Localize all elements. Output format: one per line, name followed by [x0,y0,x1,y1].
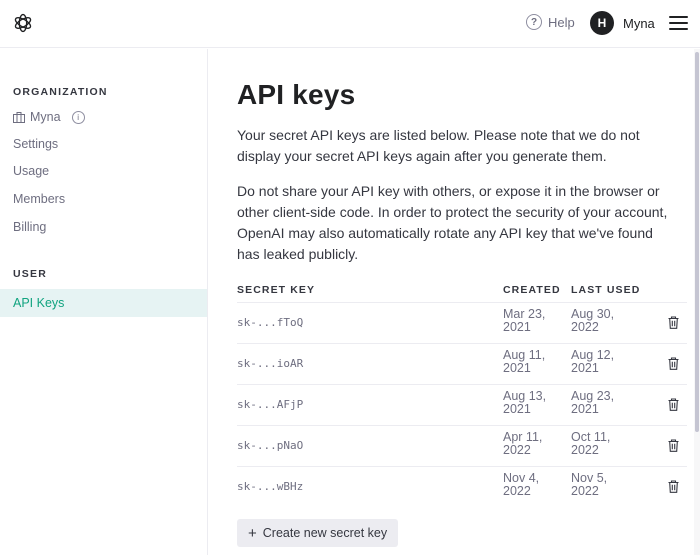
table-row: sk-...fToQ Mar 23, 2021 Aug 30, 2022 [237,302,687,343]
trash-icon[interactable] [668,398,679,411]
user-menu[interactable]: H Myna [590,11,655,35]
organization-heading: ORGANIZATION [13,86,108,98]
page-title: API keys [237,79,356,110]
organization-icon [13,111,25,123]
created-date: Nov 4, 2022 [503,471,540,498]
user-name: Myna [623,15,655,31]
help-icon: ? [526,14,542,30]
scrollbar-thumb[interactable] [695,52,699,432]
sidebar-item-usage[interactable]: Usage [13,164,49,178]
sidebar: ORGANIZATION Myna i Settings Usage Membe… [0,49,208,555]
user-heading: USER [13,268,47,280]
avatar: H [590,11,614,35]
last-used-date: Oct 11, 2022 [571,430,611,457]
intro-paragraph: Your secret API keys are listed below. P… [237,127,640,164]
help-button[interactable]: ? Help [526,14,575,30]
last-used-date: Aug 23, 2021 [571,389,615,416]
trash-icon[interactable] [668,357,679,370]
table-row: sk-...pNaO Apr 11, 2022 Oct 11, 2022 [237,425,687,466]
trash-icon[interactable] [668,439,679,452]
secret-key: sk-...fToQ [237,316,304,329]
secret-key: sk-...AFjP [237,398,304,411]
created-date: Mar 23, 2021 [503,307,546,334]
last-used-date: Nov 5, 2022 [571,471,608,498]
last-used-date: Aug 12, 2021 [571,348,615,375]
secret-key: sk-...wBHz [237,480,304,493]
openai-logo-icon[interactable] [12,12,34,34]
table-row: sk-...AFjP Aug 13, 2021 Aug 23, 2021 [237,384,687,425]
secret-key: sk-...pNaO [237,439,304,452]
table-row: sk-...ioAR Aug 11, 2021 Aug 12, 2021 [237,343,687,384]
sidebar-item-members[interactable]: Members [13,192,65,206]
created-date: Apr 11, 2022 [503,430,543,457]
help-label: Help [548,14,575,30]
created-date: Aug 11, 2021 [503,348,546,375]
trash-icon[interactable] [668,480,679,493]
created-date: Aug 13, 2021 [503,389,547,416]
info-icon[interactable]: i [71,110,85,124]
sidebar-item-billing[interactable]: Billing [13,220,46,234]
table-header: SECRET KEY CREATED LAST USED [237,282,687,302]
top-bar: ? Help H Myna [0,0,700,48]
warning-paragraph: Do not share your API key with others, o… [237,183,668,262]
trash-icon[interactable] [668,316,679,329]
organization-selector[interactable]: Myna i [13,110,85,124]
column-last-used: LAST USED [571,284,641,296]
table-row: sk-...wBHz Nov 4, 2022 Nov 5, 2022 [237,466,687,507]
sidebar-item-settings[interactable]: Settings [13,137,58,151]
create-secret-key-button[interactable]: + Create new secret key [237,519,398,547]
column-secret-key: SECRET KEY [237,284,316,296]
menu-icon[interactable] [669,15,688,31]
create-secret-key-label: Create new secret key [262,526,388,540]
secret-key: sk-...ioAR [237,357,304,370]
last-used-date: Aug 30, 2022 [571,307,615,334]
plus-icon: + [248,524,257,542]
column-created: CREATED [503,284,561,296]
organization-name: Myna [30,110,61,124]
sidebar-item-api-keys[interactable]: API Keys [0,289,207,317]
